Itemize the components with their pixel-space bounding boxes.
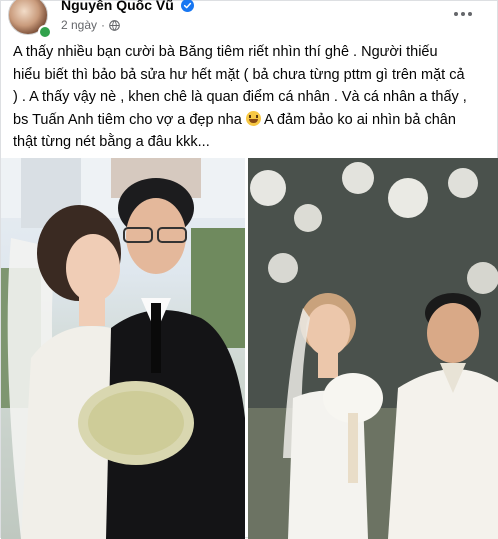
grinning-face-emoji-icon bbox=[245, 110, 261, 126]
online-status-indicator bbox=[38, 25, 52, 39]
post-header: Nguyễn Quốc Vũ 2 ngày · bbox=[1, 0, 498, 41]
post-text-line: thật từng nét bằng a đâu kkk... bbox=[13, 134, 210, 150]
post-text: A thấy nhiều bạn cười bà Băng tiêm riết … bbox=[13, 41, 491, 154]
wedding-photo-1 bbox=[1, 158, 245, 539]
post-text-line: A thấy nhiều bạn cười bà Băng tiêm riết … bbox=[13, 44, 438, 60]
wedding-photo-2 bbox=[248, 158, 498, 539]
author-name[interactable]: Nguyễn Quốc Vũ bbox=[61, 0, 174, 13]
post-photo-left[interactable] bbox=[1, 158, 245, 539]
post-text-line: bs Tuấn Anh tiêm cho vợ a đẹp nha A đảm … bbox=[13, 109, 491, 132]
post-meta: 2 ngày · bbox=[61, 18, 120, 32]
globe-icon[interactable] bbox=[109, 19, 120, 31]
post-text-segment: A đảm bảo ko ai nhìn bả chân bbox=[260, 111, 456, 128]
post-text-line: ) . A thấy vậy nè , khen chê là quan điể… bbox=[13, 89, 467, 105]
more-options-button[interactable] bbox=[445, 0, 481, 29]
more-options-icon-dot bbox=[468, 12, 472, 16]
more-options-icon-dot bbox=[461, 12, 465, 16]
post-text-segment: bs Tuấn Anh tiêm cho vợ a đẹp nha bbox=[13, 111, 242, 128]
post-photo-right[interactable] bbox=[248, 158, 498, 539]
meta-separator: · bbox=[101, 18, 106, 32]
more-options-icon-dot bbox=[454, 12, 458, 16]
verified-badge-icon bbox=[181, 0, 194, 12]
post-timestamp[interactable]: 2 ngày bbox=[61, 18, 97, 32]
post-text-line: hiểu biết thì bảo bả sửa hư hết mặt ( bả… bbox=[13, 66, 465, 83]
facebook-post: Nguyễn Quốc Vũ 2 ngày · A thấy nhiều bạn… bbox=[0, 0, 498, 539]
